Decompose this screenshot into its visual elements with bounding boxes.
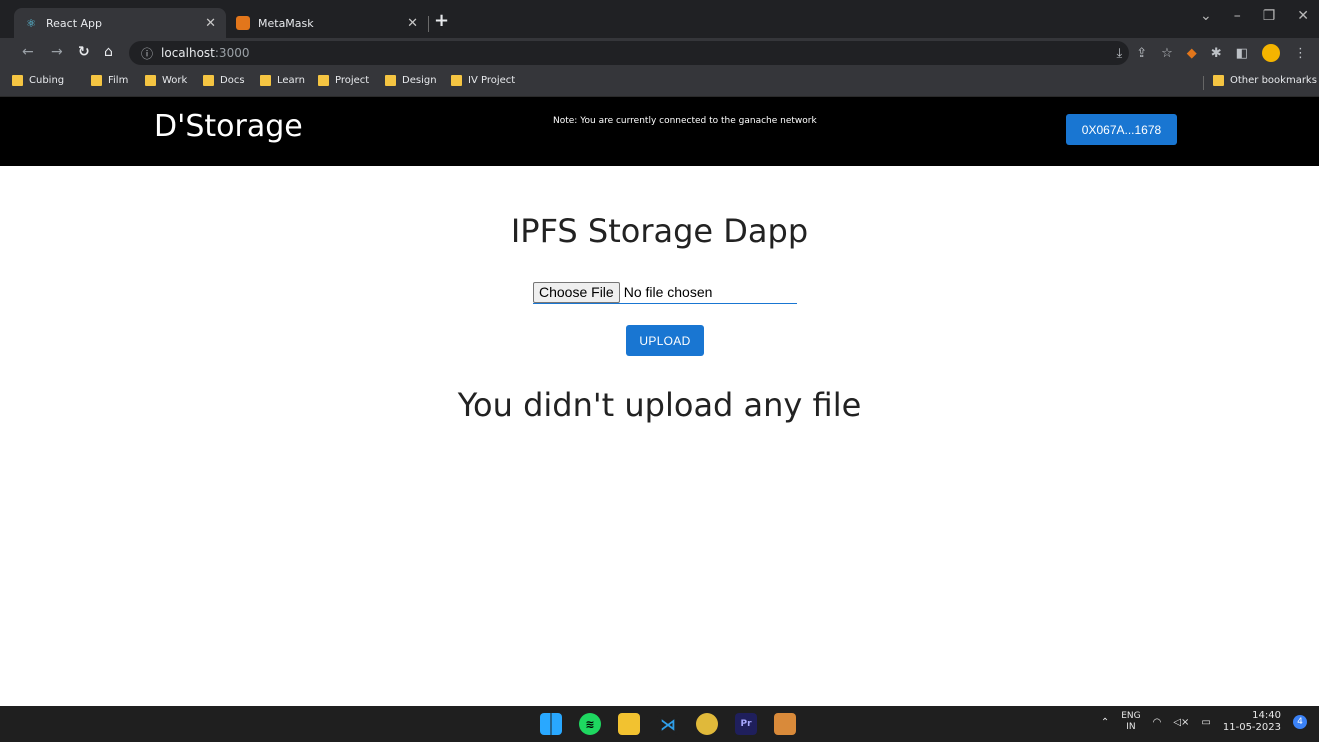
tab-separator <box>428 16 429 32</box>
folder-icon <box>451 75 462 86</box>
url-host: localhost <box>161 46 215 60</box>
bookmark-other[interactable]: Other bookmarks <box>1213 75 1317 86</box>
file-explorer-icon[interactable] <box>618 713 640 735</box>
bookmark-separator <box>1203 76 1204 90</box>
minimize-button[interactable]: – <box>1234 8 1241 24</box>
folder-icon <box>12 75 23 86</box>
metamask-fox-icon <box>236 16 250 30</box>
bookmark-design[interactable]: Design <box>385 75 437 86</box>
battery-icon[interactable]: ▭ <box>1201 717 1210 728</box>
side-panel-icon[interactable]: ◧ <box>1236 46 1248 61</box>
tab-title: MetaMask <box>258 16 314 30</box>
tab-search-icon[interactable]: ⌄ <box>1200 8 1212 24</box>
notification-badge[interactable]: 4 <box>1293 715 1307 729</box>
bookmark-work[interactable]: Work <box>145 75 187 86</box>
folder-icon <box>91 75 102 86</box>
tab-react-app[interactable]: ⚛ React App ✕ <box>14 8 226 38</box>
bookmark-iv-project[interactable]: IV Project <box>451 75 515 86</box>
language-indicator[interactable]: ENG IN <box>1121 711 1140 733</box>
install-app-icon[interactable]: ⤓ <box>1116 46 1122 61</box>
bookmark-learn[interactable]: Learn <box>260 75 305 86</box>
close-tab-icon[interactable]: ✕ <box>407 16 418 31</box>
reload-icon[interactable]: ↻ <box>78 44 90 60</box>
choose-file-button[interactable]: Choose File <box>533 281 620 303</box>
bookmark-cubing[interactable]: Cubing <box>12 75 64 86</box>
file-status: No file chosen <box>623 284 713 300</box>
metamask-extension-icon[interactable]: ◆ <box>1187 46 1197 61</box>
folder-icon <box>203 75 214 86</box>
system-clock[interactable]: 14:40 11-05-2023 <box>1223 710 1281 734</box>
toolbar-actions: ⤓ ⇪ ☆ ◆ ✱ ◧ ⋮ <box>1116 44 1307 62</box>
react-icon: ⚛ <box>26 16 36 30</box>
folder-icon <box>318 75 329 86</box>
url-port: :3000 <box>214 46 250 60</box>
folder-icon <box>145 75 156 86</box>
restore-button[interactable]: ❐ <box>1263 8 1276 24</box>
menu-kebab-icon[interactable]: ⋮ <box>1294 46 1307 61</box>
folder-icon <box>260 75 271 86</box>
network-note: Note: You are currently connected to the… <box>553 116 817 126</box>
browser-toolbar: ← → ↻ ⌂ ⓘ localhost:3000 ⤓ ⇪ ☆ ◆ ✱ ◧ ⋮ <box>0 38 1319 68</box>
site-info-icon[interactable]: ⓘ <box>141 45 153 62</box>
share-icon[interactable]: ⇪ <box>1136 46 1147 61</box>
speaker-muted-icon[interactable]: ◁× <box>1173 717 1189 728</box>
empty-state-message: You didn't upload any file <box>457 386 862 424</box>
browser-tab-strip: ⚛ React App ✕ MetaMask ✕ + ⌄ – ❐ ✕ <box>0 0 1319 38</box>
address-bar[interactable]: ⓘ localhost:3000 <box>129 41 1129 65</box>
wifi-icon[interactable]: ◠ <box>1153 717 1162 728</box>
tab-title: React App <box>46 16 103 30</box>
bookmark-docs[interactable]: Docs <box>203 75 245 86</box>
home-icon[interactable]: ⌂ <box>104 44 113 60</box>
extensions-puzzle-icon[interactable]: ✱ <box>1211 46 1222 61</box>
back-arrow-icon[interactable]: ← <box>22 44 34 60</box>
page-title: IPFS Storage Dapp <box>510 212 809 250</box>
package-app-icon[interactable] <box>774 713 796 735</box>
spotify-icon[interactable]: ≋ <box>579 713 601 735</box>
folder-icon <box>385 75 396 86</box>
wallet-address-button[interactable]: 0X067A...1678 <box>1066 114 1177 145</box>
window-controls: ⌄ – ❐ ✕ <box>1200 8 1309 24</box>
chevron-up-icon[interactable]: ⌃ <box>1101 717 1109 728</box>
close-window-button[interactable]: ✕ <box>1297 8 1309 24</box>
system-tray: ⌃ ENG IN ◠ ◁× ▭ 14:40 11-05-2023 4 <box>1101 710 1307 734</box>
folder-icon <box>1213 75 1224 86</box>
close-tab-icon[interactable]: ✕ <box>205 16 216 31</box>
bookmark-star-icon[interactable]: ☆ <box>1161 46 1173 61</box>
file-input[interactable]: Choose File No file chosen <box>533 281 797 304</box>
profile-avatar[interactable] <box>1262 44 1280 62</box>
app-brand[interactable]: D'Storage <box>154 109 303 144</box>
bookmark-film[interactable]: Film <box>91 75 128 86</box>
bookmark-project[interactable]: Project <box>318 75 369 86</box>
upload-button[interactable]: UPLOAD <box>626 325 704 356</box>
os-taskbar: ≋ ⋊ Pr ⌃ ENG IN ◠ ◁× ▭ 14:40 11-05-2023 … <box>0 706 1319 742</box>
premiere-pro-icon[interactable]: Pr <box>735 713 757 735</box>
tab-metamask[interactable]: MetaMask ✕ <box>226 8 428 38</box>
forward-arrow-icon[interactable]: → <box>51 44 63 60</box>
chrome-icon[interactable] <box>696 713 718 735</box>
bookmarks-bar: Cubing Film Work Docs Learn Project Desi… <box>0 68 1319 97</box>
app-navbar: D'Storage Note: You are currently connec… <box>0 97 1319 166</box>
taskbar-apps: ≋ ⋊ Pr <box>540 713 796 735</box>
windows-start-icon[interactable] <box>540 713 562 735</box>
vscode-icon[interactable]: ⋊ <box>657 713 679 735</box>
new-tab-button[interactable]: + <box>434 10 449 31</box>
